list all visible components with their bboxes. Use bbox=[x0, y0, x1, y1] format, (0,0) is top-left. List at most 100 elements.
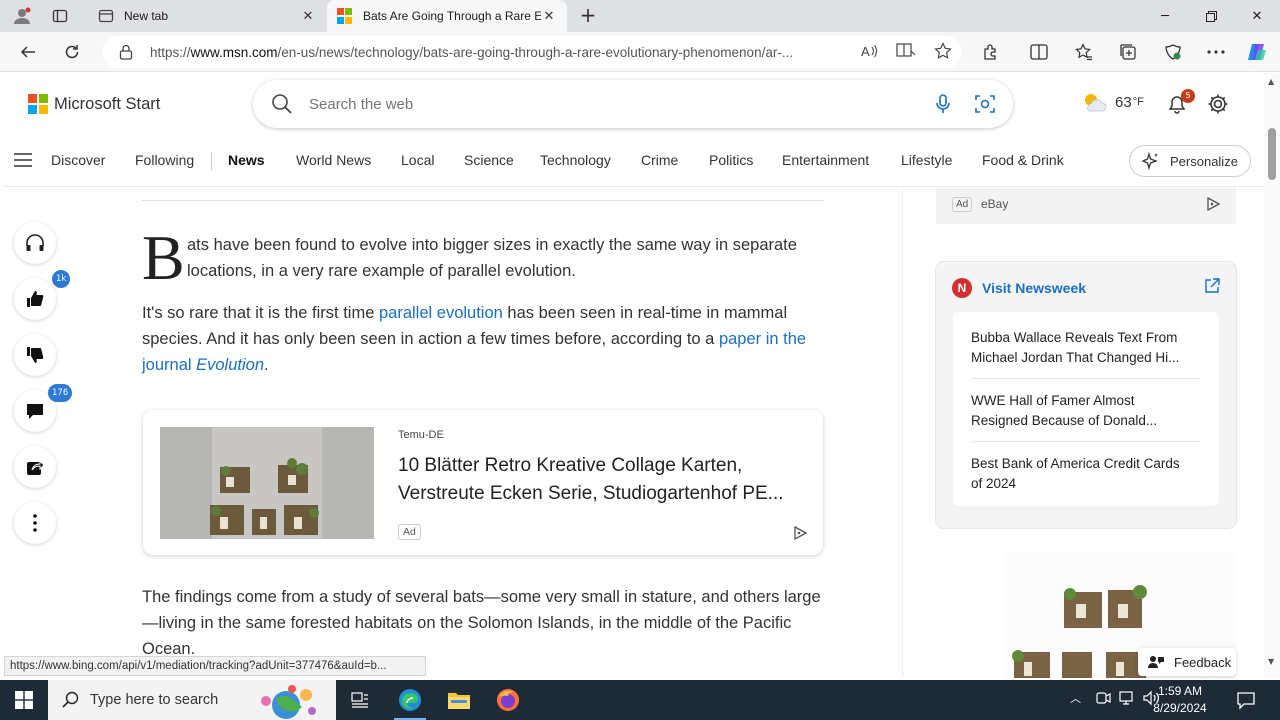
personalize-button[interactable]: Personalize bbox=[1129, 145, 1251, 177]
dislike-button[interactable] bbox=[14, 334, 56, 376]
refresh-icon[interactable] bbox=[58, 40, 86, 64]
close-tab-icon[interactable]: ✕ bbox=[300, 8, 316, 24]
nav-crime[interactable]: Crime bbox=[641, 152, 678, 168]
nav-science[interactable]: Science bbox=[464, 152, 514, 168]
nav-technology[interactable]: Technology bbox=[540, 152, 611, 168]
nav-lifestyle[interactable]: Lifestyle bbox=[901, 152, 952, 168]
read-aloud-icon[interactable]: A bbox=[860, 42, 878, 64]
file-explorer-icon[interactable] bbox=[435, 680, 483, 720]
paragraph: It's so rare that it is the first time p… bbox=[142, 300, 832, 378]
collections-icon[interactable] bbox=[1117, 42, 1139, 62]
tab-new-tab[interactable]: New tab ✕ bbox=[88, 0, 326, 32]
weather-temperature: 63 bbox=[1115, 93, 1132, 111]
link-italic-text: Evolution bbox=[196, 356, 265, 374]
minimize-icon[interactable]: ─ bbox=[1142, 0, 1188, 32]
new-tab-page-icon bbox=[98, 9, 114, 23]
ad-advertiser[interactable]: eBay bbox=[981, 197, 1008, 211]
edge-taskbar-icon[interactable] bbox=[386, 680, 434, 720]
microsoft-start-logo[interactable]: Microsoft Start bbox=[28, 94, 160, 114]
new-tab-button[interactable]: + bbox=[576, 4, 600, 28]
sponsored-ad-card[interactable]: Temu-DE 10 Blätter Retro Kreative Collag… bbox=[143, 410, 823, 555]
show-hidden-icons-icon[interactable]: ︿ bbox=[1070, 690, 1081, 706]
start-button[interactable] bbox=[0, 680, 48, 720]
settings-more-icon[interactable] bbox=[1205, 42, 1227, 62]
listen-button[interactable] bbox=[14, 222, 56, 264]
weather-widget[interactable]: 63 °F bbox=[1081, 91, 1144, 113]
feedback-button[interactable]: Feedback bbox=[1138, 648, 1236, 676]
favorite-star-icon[interactable] bbox=[934, 42, 952, 64]
url-text[interactable]: https://www.msn.com/en-us/news/technolog… bbox=[150, 45, 840, 60]
nav-following[interactable]: Following bbox=[135, 152, 194, 168]
ebay-ad-strip[interactable]: Ad eBay bbox=[936, 188, 1236, 224]
scrollbar-thumb[interactable] bbox=[1268, 128, 1276, 180]
nav-local[interactable]: Local bbox=[401, 152, 434, 168]
nav-food-drink[interactable]: Food & Drink bbox=[982, 152, 1064, 168]
story-divider bbox=[971, 441, 1201, 442]
back-icon[interactable] bbox=[14, 40, 42, 64]
story-link[interactable]: WWE Hall of Famer Almost Resigned Becaus… bbox=[971, 391, 1201, 431]
nav-entertainment[interactable]: Entertainment bbox=[782, 152, 869, 168]
menu-hamburger-icon[interactable] bbox=[14, 153, 32, 167]
taskbar-clock[interactable]: 1:59 AM 8/29/2024 bbox=[1140, 683, 1220, 717]
lock-icon[interactable] bbox=[118, 44, 134, 60]
split-screen-icon[interactable] bbox=[1028, 42, 1050, 62]
immersive-reader-icon[interactable] bbox=[896, 42, 916, 64]
scroll-down-icon[interactable]: ▼ bbox=[1268, 657, 1274, 666]
page-scrollbar[interactable]: ▲ ▼ bbox=[1264, 73, 1280, 678]
story-link[interactable]: Bubba Wallace Reveals Text From Michael … bbox=[971, 328, 1201, 368]
external-link-icon[interactable] bbox=[1204, 278, 1220, 294]
ad-product-image[interactable] bbox=[160, 427, 374, 539]
search-icon bbox=[272, 94, 292, 114]
restore-icon[interactable] bbox=[1188, 0, 1234, 32]
meet-now-icon[interactable] bbox=[1095, 690, 1111, 706]
svg-text:A: A bbox=[861, 44, 870, 59]
newsweek-story-list: Bubba Wallace Reveals Text From Michael … bbox=[953, 312, 1219, 506]
scroll-up-icon[interactable]: ▲ bbox=[1268, 77, 1274, 86]
tab-actions-icon[interactable] bbox=[46, 4, 74, 28]
network-icon[interactable] bbox=[1119, 690, 1135, 706]
copilot-icon[interactable] bbox=[1246, 42, 1268, 62]
nav-politics[interactable]: Politics bbox=[709, 152, 753, 168]
share-icon bbox=[27, 459, 44, 475]
ad-headline[interactable]: 10 Blätter Retro Kreative Collage Karten… bbox=[398, 452, 813, 508]
feedback-label: Feedback bbox=[1174, 654, 1232, 670]
favorites-icon[interactable] bbox=[1073, 42, 1095, 62]
microphone-icon[interactable] bbox=[935, 94, 951, 114]
close-tab-icon[interactable]: ✕ bbox=[541, 8, 557, 24]
nav-news[interactable]: News bbox=[228, 152, 265, 168]
adchoices-icon[interactable] bbox=[1206, 197, 1220, 211]
more-options-button[interactable] bbox=[14, 502, 56, 544]
ad-advertiser[interactable]: Temu-DE bbox=[398, 429, 444, 441]
personalize-sparkle-icon bbox=[1142, 152, 1158, 170]
clock-time: 1:59 AM bbox=[1157, 684, 1203, 698]
drop-cap: B bbox=[142, 222, 185, 293]
web-search-box[interactable] bbox=[253, 80, 1013, 128]
settings-gear-icon[interactable] bbox=[1207, 93, 1229, 115]
taskbar-search-box[interactable]: Type here to search bbox=[48, 680, 336, 720]
tab-article[interactable]: Bats Are Going Through a Rare Ev ✕ bbox=[327, 0, 567, 32]
share-button[interactable] bbox=[14, 446, 56, 488]
search-input[interactable] bbox=[309, 95, 909, 113]
story-title-line: Resigned Because of Donald... bbox=[971, 413, 1158, 428]
nav-discover[interactable]: Discover bbox=[51, 152, 105, 168]
visual-search-icon[interactable] bbox=[975, 94, 995, 114]
newsweek-header[interactable]: N Visit Newsweek bbox=[952, 278, 1086, 298]
visit-newsweek-link[interactable]: Visit Newsweek bbox=[982, 280, 1086, 296]
extensions-icon[interactable] bbox=[980, 42, 1002, 62]
adchoices-icon[interactable] bbox=[793, 526, 807, 540]
notification-center-icon[interactable] bbox=[1236, 690, 1256, 710]
firefox-icon[interactable] bbox=[484, 680, 532, 720]
story-link[interactable]: Best Bank of America Credit Cards of 202… bbox=[971, 454, 1201, 494]
article-page: 1k 176 B ats have been found to evolve i… bbox=[4, 188, 1264, 678]
nav-world-news[interactable]: World News bbox=[296, 152, 371, 168]
address-bar[interactable]: https://www.msn.com/en-us/news/technolog… bbox=[102, 36, 962, 68]
task-view-icon[interactable] bbox=[336, 680, 384, 720]
close-window-icon[interactable]: ✕ bbox=[1234, 0, 1280, 32]
clock-date: 8/29/2024 bbox=[1153, 701, 1207, 715]
headphones-icon bbox=[26, 234, 44, 251]
profile-icon[interactable] bbox=[8, 4, 36, 28]
microsoft-logo-icon bbox=[28, 94, 48, 114]
like-button[interactable] bbox=[14, 278, 56, 320]
parallel-evolution-link[interactable]: parallel evolution bbox=[379, 304, 503, 322]
browser-essentials-icon[interactable] bbox=[1162, 42, 1184, 62]
